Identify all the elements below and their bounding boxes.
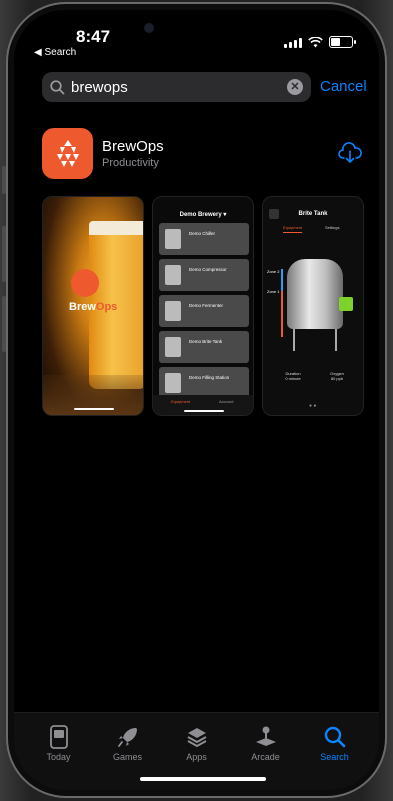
tank-tab-equipment: Equipment (283, 225, 303, 233)
clear-search-button[interactable]: ✕ (287, 79, 303, 95)
app-result-row[interactable]: BrewOps Productivity (42, 128, 362, 180)
page-dots: ● ● (309, 403, 317, 409)
tab-today[interactable]: Today (24, 713, 93, 790)
tank-legs (293, 329, 337, 351)
screenshot-gallery[interactable]: BrewOps Demo Brewery ▾ Demo Chiller Demo… (42, 196, 364, 418)
screen: 8:47 ◀ Search brewops ✕ Cancel BrewOps P… (14, 10, 379, 790)
home-indicator[interactable] (140, 777, 266, 781)
cloud-download-icon[interactable] (338, 142, 362, 164)
brewops-logo-text: BrewOps (69, 301, 118, 313)
mini-tabbar: Equipment Account (153, 395, 253, 415)
stack-icon (187, 728, 206, 748)
equipment-item: Demo Compressor (159, 259, 249, 291)
front-camera (144, 23, 154, 33)
zone1-bar (281, 291, 283, 337)
status-tag (339, 297, 353, 311)
search-icon (50, 79, 65, 94)
tab-search[interactable]: Search (300, 713, 369, 790)
app-icon[interactable] (42, 128, 93, 179)
search-field[interactable]: ✕ (42, 72, 311, 102)
status-icons (284, 36, 356, 48)
hop-logo-icon (56, 139, 79, 167)
tank-image (287, 259, 343, 329)
search-icon (324, 726, 345, 748)
tank-title: Brite Tank (298, 211, 328, 217)
search-input[interactable] (71, 78, 271, 96)
app-category: Productivity (102, 157, 159, 169)
today-icon (49, 725, 68, 749)
screenshot-home-indicator (184, 410, 224, 412)
zone2-bar (281, 269, 283, 291)
oxygen-stat: Oxygen 80 ppb (330, 371, 344, 381)
status-time: 8:47 (76, 27, 111, 46)
screenshot-3[interactable]: Brite Tank Equipment Settings Zone 2 Zon… (262, 196, 364, 416)
joystick-icon (255, 726, 276, 746)
zone1-label: Zone 1 (267, 289, 280, 294)
search-results: BrewOps Productivity BrewOps Demo Brewer… (14, 108, 379, 712)
screenshot-home-indicator (74, 408, 114, 410)
wifi-icon (308, 36, 323, 47)
back-to-search-link[interactable]: ◀ Search (34, 47, 76, 58)
zone2-label: Zone 2 (267, 269, 280, 274)
brewops-logo-icon (71, 269, 99, 297)
duration-stat: Duration 0 minute (285, 371, 301, 381)
equipment-item: Demo Brite Tank (159, 331, 249, 363)
screenshot-1[interactable]: BrewOps (42, 196, 144, 416)
signal-icon (284, 37, 302, 48)
cancel-button[interactable]: Cancel (320, 78, 367, 95)
brewery-selector: Demo Brewery ▾ (179, 212, 227, 218)
equipment-item: Demo Fermenter (159, 295, 249, 327)
device-frame: 8:47 ◀ Search brewops ✕ Cancel BrewOps P… (0, 0, 393, 801)
tank-tab-settings: Settings (325, 225, 340, 230)
status-bar: 8:47 ◀ Search (14, 10, 379, 60)
equipment-item: Demo Chiller (159, 223, 249, 255)
screenshot-2[interactable]: Demo Brewery ▾ Demo Chiller Demo Compres… (152, 196, 254, 416)
app-name: BrewOps (102, 138, 164, 155)
battery-icon (329, 36, 356, 48)
rocket-icon (117, 728, 137, 747)
